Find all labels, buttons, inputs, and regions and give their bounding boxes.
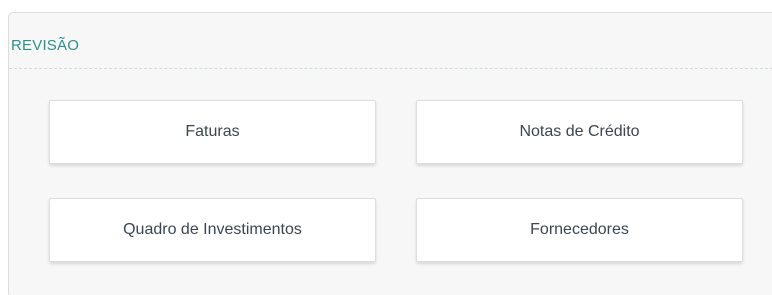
fornecedores-button[interactable]: Fornecedores [416,198,743,262]
notas-de-credito-button-label: Notas de Crédito [519,123,640,140]
panel-header: REVISÃO [9,13,772,69]
quadro-de-investimentos-button-label: Quadro de Investimentos [123,221,302,238]
faturas-button-label: Faturas [185,123,240,140]
fornecedores-button-label: Fornecedores [530,221,629,238]
panel-title: REVISÃO [11,37,80,54]
notas-de-credito-button[interactable]: Notas de Crédito [416,100,743,164]
faturas-button[interactable]: Faturas [49,100,376,164]
revisao-panel: REVISÃO Faturas Notas de Crédito Quadro … [8,12,772,295]
quadro-de-investimentos-button[interactable]: Quadro de Investimentos [49,198,376,262]
